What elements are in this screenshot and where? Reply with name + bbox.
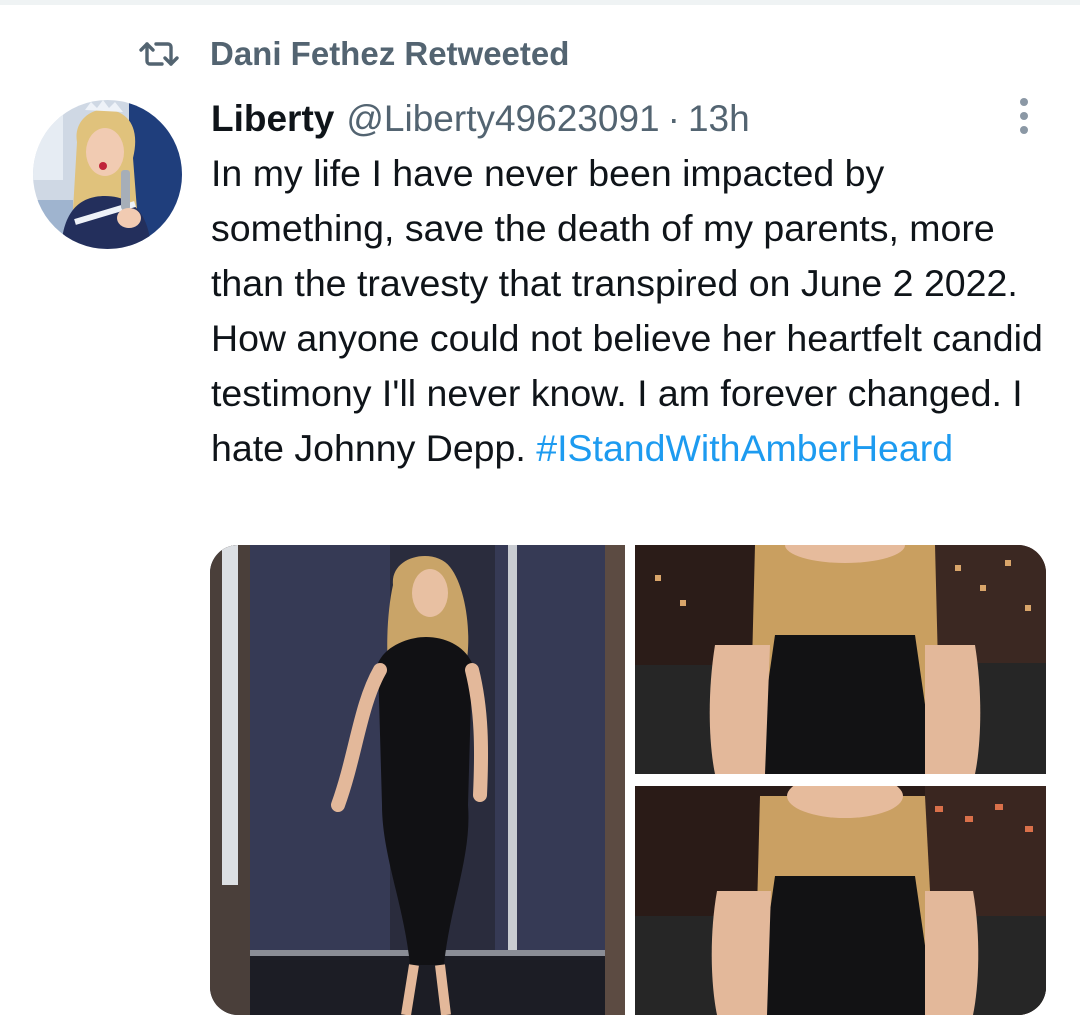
- more-options-button[interactable]: [1006, 96, 1042, 136]
- tweet-text: In my life I have never been impacted by…: [211, 146, 1061, 476]
- retweet-label: Dani Fethez Retweeted: [210, 35, 570, 72]
- tweet-body: In my life I have never been impacted by…: [211, 152, 1043, 469]
- avatar[interactable]: [33, 100, 182, 249]
- media-photo-3[interactable]: [635, 786, 1046, 1015]
- separator-dot: ·: [667, 98, 680, 139]
- media-photo-1[interactable]: [210, 545, 625, 1015]
- timestamp[interactable]: 13h: [688, 98, 750, 140]
- tweet-header: Liberty @Liberty49623091 · 13h: [211, 95, 750, 143]
- media-grid: [210, 545, 1046, 1015]
- user-handle[interactable]: @Liberty49623091: [346, 98, 659, 140]
- hashtag-link[interactable]: #IStandWithAmberHeard: [536, 427, 953, 469]
- retweet-context[interactable]: Dani Fethez Retweeted: [136, 32, 569, 76]
- top-divider: [0, 0, 1080, 5]
- media-photo-2[interactable]: [635, 545, 1046, 774]
- retweet-icon: [139, 42, 179, 66]
- display-name[interactable]: Liberty: [211, 98, 334, 140]
- more-vertical-icon: [1020, 98, 1028, 106]
